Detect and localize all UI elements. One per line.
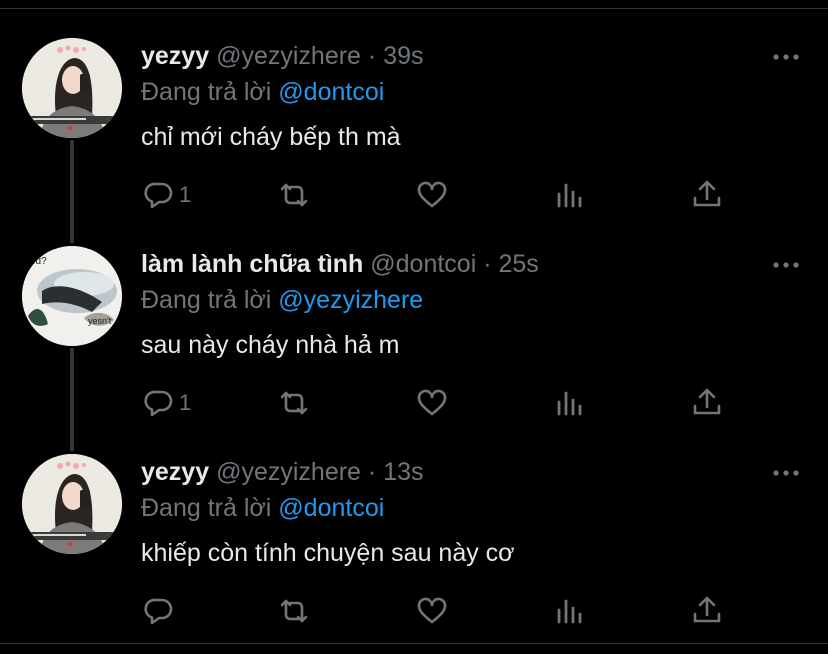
reply-count: 1 (179, 182, 192, 207)
tweet-text: khiếp còn tính chuyện sau này cơ (141, 539, 515, 567)
display-name[interactable]: yezyy (141, 458, 209, 486)
share-icon (693, 596, 721, 623)
display-name[interactable]: yezyy (141, 42, 209, 70)
tweet-text: chỉ mới cháy bếp th mà (141, 123, 401, 151)
retweet-icon (280, 391, 308, 415)
separator-dot: · (367, 458, 377, 486)
reply-context: Đang trả lời @dontcoi (141, 494, 384, 523)
more-options-icon[interactable] (772, 468, 800, 478)
bottom-divider (0, 643, 828, 644)
reply-mention[interactable]: @dontcoi (278, 494, 384, 522)
reply-prefix: Đang trả lời (141, 494, 272, 522)
reply-mention[interactable]: @dontcoi (278, 78, 384, 106)
tweet[interactable]: yezyy @yezyizhere · 13s Đang trả lời @do… (0, 426, 828, 634)
reply-icon (144, 182, 173, 209)
top-divider (0, 8, 828, 9)
more-options-icon[interactable] (772, 260, 800, 270)
share-button[interactable] (691, 594, 723, 628)
analytics-icon (557, 599, 582, 624)
like-button[interactable] (416, 594, 448, 628)
analytics-button[interactable] (554, 386, 586, 420)
analytics-button[interactable] (554, 178, 586, 212)
retweet-icon (280, 183, 308, 207)
reply-button[interactable] (143, 594, 179, 628)
reply-icon (144, 598, 173, 625)
retweet-icon (280, 599, 308, 623)
reply-prefix: Đang trả lời (141, 78, 272, 106)
reply-context: Đang trả lời @yezyizhere (141, 286, 423, 315)
avatar[interactable] (22, 38, 122, 138)
reply-prefix: Đang trả lời (141, 286, 272, 314)
like-button[interactable] (416, 386, 448, 420)
heart-icon (417, 389, 447, 416)
retweet-button[interactable] (278, 386, 310, 420)
separator-dot: · (367, 42, 377, 70)
reply-context: Đang trả lời @dontcoi (141, 78, 384, 107)
tweet[interactable]: yezyy @yezyizhere · 39s Đang trả lời @do… (0, 10, 828, 218)
display-name[interactable]: làm lành chữa tình (141, 250, 363, 278)
timestamp[interactable]: 13s (383, 458, 423, 486)
reply-button[interactable]: 1 (143, 178, 191, 212)
reply-count: 1 (179, 390, 192, 415)
user-handle[interactable]: @yezyizhere (216, 458, 361, 486)
reply-button[interactable]: 1 (143, 386, 191, 420)
tweet-header: yezyy @yezyizhere · 39s (141, 42, 424, 71)
tweet-header: làm lành chữa tình @dontcoi · 25s (141, 250, 539, 279)
analytics-icon (557, 391, 582, 416)
heart-icon (417, 181, 447, 208)
like-button[interactable] (416, 178, 448, 212)
timestamp[interactable]: 39s (383, 42, 423, 70)
timestamp[interactable]: 25s (499, 250, 539, 278)
avatar-text-bottom: yesn't (88, 316, 112, 326)
share-icon (693, 388, 721, 415)
share-button[interactable] (691, 178, 723, 212)
heart-icon (417, 597, 447, 624)
tweet-text: sau này cháy nhà hả m (141, 331, 400, 359)
retweet-button[interactable] (278, 178, 310, 212)
avatar[interactable]: od? yesn't (22, 246, 122, 346)
tweet-header: yezyy @yezyizhere · 13s (141, 458, 424, 487)
analytics-button[interactable] (554, 594, 586, 628)
user-handle[interactable]: @dontcoi (370, 250, 476, 278)
avatar-text-top: od? (30, 256, 47, 267)
reply-icon (144, 390, 173, 417)
share-button[interactable] (691, 386, 723, 420)
more-options-icon[interactable] (772, 52, 800, 62)
analytics-icon (557, 183, 582, 208)
share-icon (693, 180, 721, 207)
retweet-button[interactable] (278, 594, 310, 628)
reply-mention[interactable]: @yezyizhere (278, 286, 423, 314)
avatar[interactable] (22, 454, 122, 554)
tweet[interactable]: od? yesn't làm lành chữa tình @dontcoi ·… (0, 218, 828, 426)
separator-dot: · (483, 250, 492, 278)
user-handle[interactable]: @yezyizhere (216, 42, 361, 70)
